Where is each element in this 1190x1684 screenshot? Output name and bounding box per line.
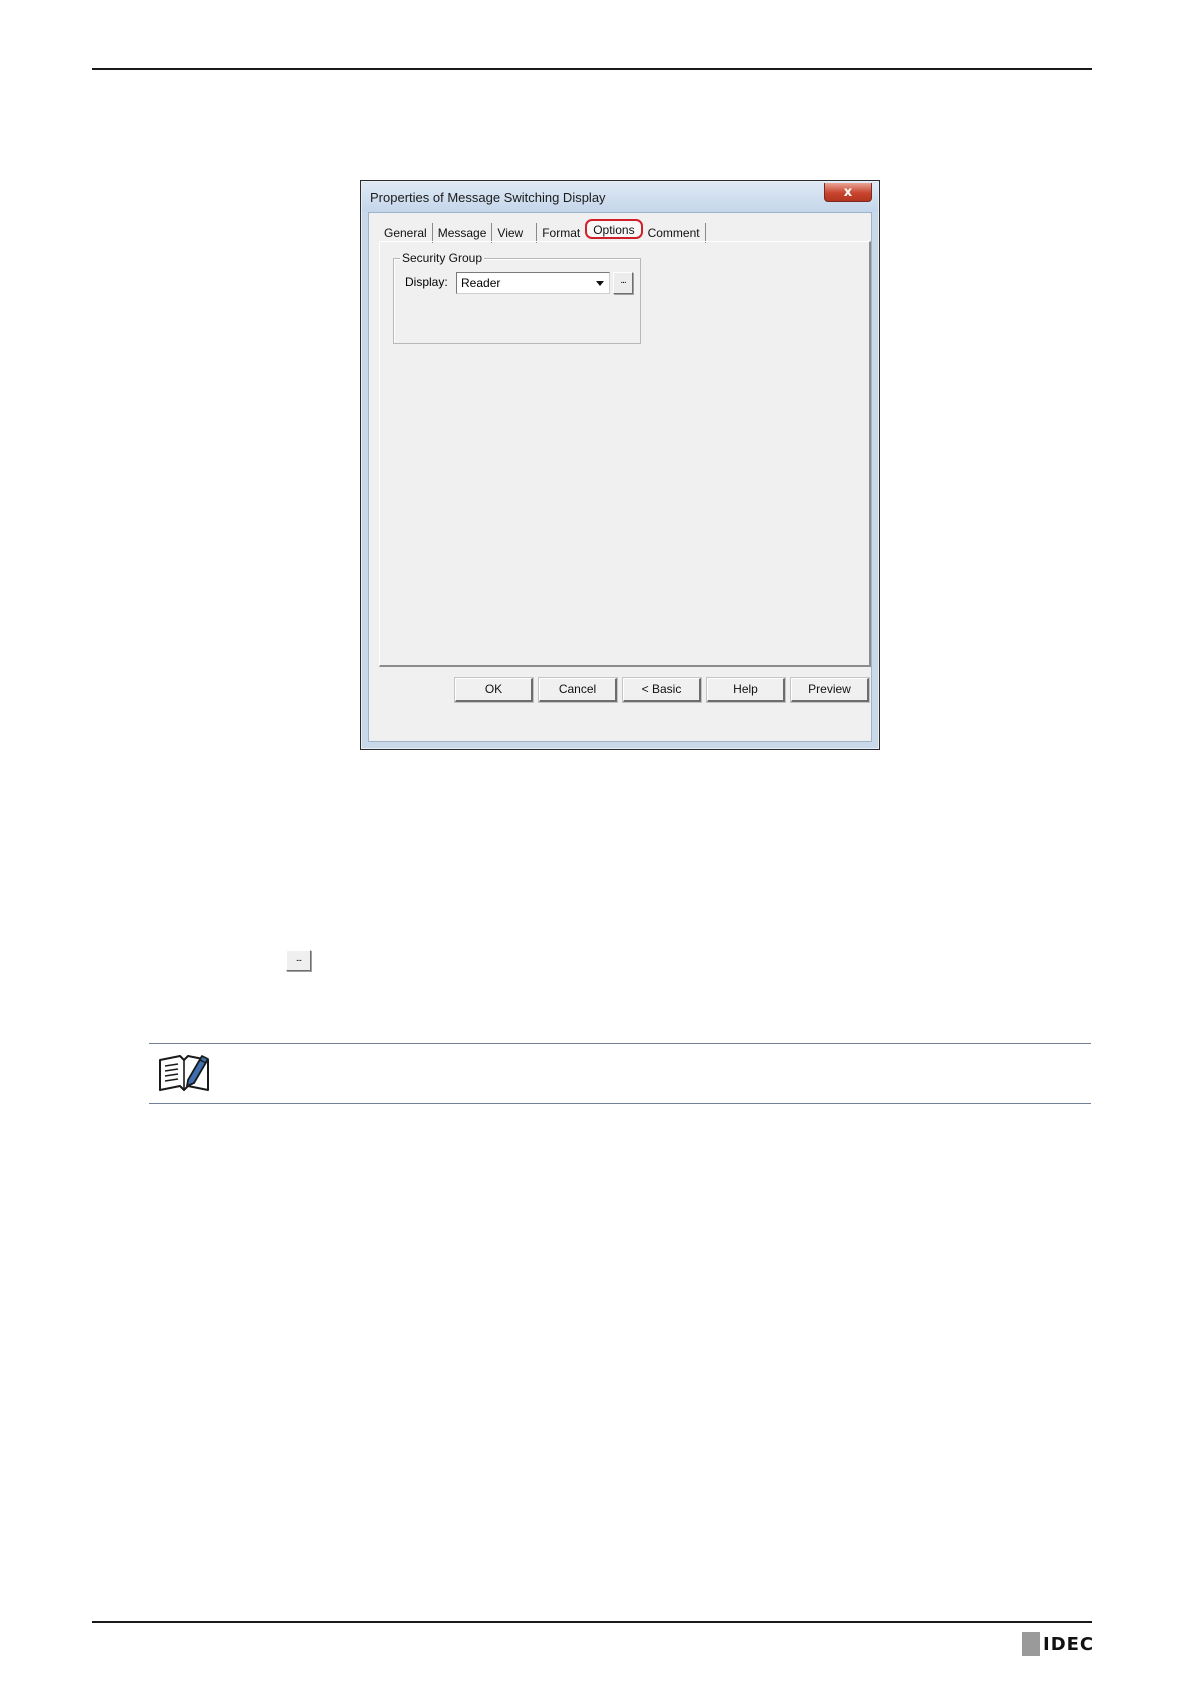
header-rule bbox=[92, 68, 1092, 70]
security-group-box: Security Group Display: Reader ... bbox=[393, 251, 641, 344]
note-pencil-icon bbox=[158, 1050, 210, 1092]
help-button[interactable]: Help bbox=[707, 678, 785, 702]
preview-button[interactable]: Preview bbox=[791, 678, 869, 702]
note-top-rule bbox=[149, 1043, 1091, 1044]
display-combobox[interactable]: Reader bbox=[456, 272, 610, 294]
note-bottom-rule bbox=[149, 1103, 1091, 1104]
dialog-button-row: OK Cancel < Basic Help Preview bbox=[455, 678, 869, 702]
tab-view[interactable]: View bbox=[492, 223, 538, 243]
display-label: Display: bbox=[405, 275, 448, 289]
tab-format[interactable]: Format bbox=[537, 223, 585, 243]
tab-strip: General Message View Format Options Comm… bbox=[379, 219, 706, 243]
tab-options[interactable]: Options bbox=[585, 219, 643, 239]
dialog-title: Properties of Message Switching Display bbox=[370, 190, 606, 205]
properties-dialog: Properties of Message Switching Display … bbox=[360, 180, 880, 750]
ok-button[interactable]: OK bbox=[455, 678, 533, 702]
tab-comment[interactable]: Comment bbox=[643, 223, 706, 243]
chevron-down-icon[interactable] bbox=[592, 274, 608, 292]
idec-logo: IDEC bbox=[1022, 1631, 1094, 1657]
inline-browse-button: ... bbox=[286, 950, 311, 971]
tab-general[interactable]: General bbox=[379, 223, 433, 243]
display-combobox-value: Reader bbox=[461, 276, 501, 290]
cancel-button[interactable]: Cancel bbox=[539, 678, 617, 702]
security-group-browse-button[interactable]: ... bbox=[613, 272, 633, 294]
dialog-client-area: General Message View Format Options Comm… bbox=[368, 212, 872, 742]
close-icon: x bbox=[843, 184, 853, 200]
footer-rule bbox=[92, 1621, 1092, 1623]
security-group-legend: Security Group bbox=[400, 251, 485, 265]
logo-bar bbox=[1022, 1632, 1040, 1656]
dialog-titlebar[interactable]: Properties of Message Switching Display … bbox=[362, 182, 878, 212]
basic-button[interactable]: < Basic bbox=[623, 678, 701, 702]
close-button[interactable]: x bbox=[824, 183, 872, 202]
options-tab-page: Security Group Display: Reader ... bbox=[379, 241, 871, 667]
logo-text: IDEC bbox=[1043, 1633, 1095, 1655]
tab-message[interactable]: Message bbox=[433, 223, 493, 243]
